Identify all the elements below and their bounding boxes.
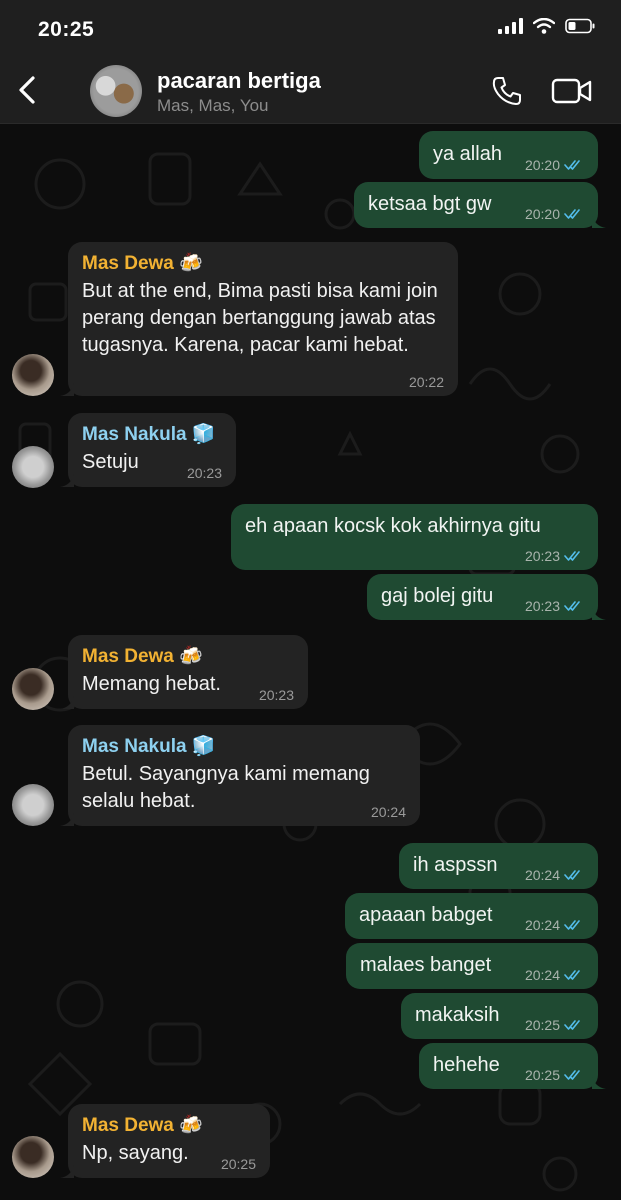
sender-name: Mas Nakula 🧊 — [82, 736, 216, 757]
group-title[interactable]: pacaran bertiga — [157, 68, 321, 94]
sender-avatar[interactable] — [12, 446, 54, 488]
message-time: 20:23 — [524, 598, 560, 614]
message-outgoing[interactable]: ketsaa bgt gw 20:20 — [354, 182, 606, 228]
bubble-tail — [60, 382, 74, 396]
phone-icon — [492, 77, 521, 105]
message-incoming[interactable]: Mas Dewa 🍻 Memang hebat. 20:23 — [60, 635, 308, 709]
message-meta: 20:20 — [525, 206, 584, 222]
message-time: 20:24 — [524, 917, 560, 933]
message-outgoing[interactable]: malaes banget 20:24 — [346, 943, 598, 989]
message-time: 20:23 — [524, 548, 560, 564]
message-time: 20:23 — [186, 465, 222, 481]
message-incoming[interactable]: Mas Dewa 🍻 But at the end, Bima pasti bi… — [60, 242, 458, 396]
bubble-tail — [60, 473, 74, 487]
sender-avatar[interactable] — [12, 668, 54, 710]
message-time: 20:20 — [524, 157, 560, 173]
message-outgoing[interactable]: eh apaan kocsk kok akhirnya gitu 20:23 — [231, 504, 598, 570]
message-outgoing[interactable]: apaaan babget 20:24 — [345, 893, 598, 939]
message-time: 20:23 — [258, 687, 294, 703]
bubble-tail — [60, 1164, 74, 1178]
message-time: 20:25 — [524, 1067, 560, 1083]
wifi-icon — [533, 18, 555, 34]
sender-avatar[interactable] — [12, 1136, 54, 1178]
message-outgoing[interactable]: gaj bolej gitu 20:23 — [367, 574, 606, 620]
chevron-left-icon — [19, 76, 35, 104]
message-incoming[interactable]: Mas Nakula 🧊 Setuju 20:23 — [60, 413, 236, 487]
message-text: But at the end, Bima pasti bisa kami joi… — [82, 280, 438, 356]
sender-name: Mas Nakula 🧊 — [82, 424, 216, 445]
back-button[interactable] — [10, 70, 44, 110]
double-check-icon — [564, 920, 580, 930]
message-time: 20:25 — [524, 1017, 560, 1033]
sender-name: Mas Dewa 🍻 — [82, 646, 203, 667]
bubble-tail — [60, 812, 74, 826]
double-check-icon — [564, 870, 580, 880]
message-meta: 20:24 — [525, 867, 584, 883]
message-time: 20:22 — [408, 374, 444, 390]
sender-name: Mas Dewa 🍻 — [82, 253, 203, 274]
message-meta: 20:23 — [525, 598, 584, 614]
message-outgoing[interactable]: ih aspssn 20:24 — [399, 843, 598, 889]
message-time: 20:24 — [524, 867, 560, 883]
bubble-tail — [592, 214, 606, 228]
message-meta: 20:25 — [525, 1067, 584, 1083]
status-bar: 20:25 — [0, 0, 621, 58]
double-check-icon — [564, 209, 580, 219]
video-call-button[interactable] — [551, 76, 593, 106]
message-meta: 20:24 — [525, 967, 584, 983]
sender-name: Mas Dewa 🍻 — [82, 1115, 203, 1136]
message-incoming[interactable]: Mas Nakula 🧊 Betul. Sayangnya kami meman… — [60, 725, 420, 826]
sender-avatar[interactable] — [12, 784, 54, 826]
double-check-icon — [564, 1020, 580, 1030]
voice-call-button[interactable] — [490, 74, 524, 108]
message-outgoing[interactable]: makaksih 20:25 — [401, 993, 598, 1039]
message-time: 20:24 — [370, 804, 406, 820]
message-time: 20:20 — [524, 206, 560, 222]
battery-icon — [565, 18, 595, 34]
status-icons — [498, 18, 595, 34]
double-check-icon — [564, 970, 580, 980]
message-outgoing[interactable]: ya allah 20:20 — [419, 131, 598, 179]
video-camera-icon — [551, 78, 592, 104]
message-meta: 20:24 — [525, 917, 584, 933]
bubble-tail — [592, 606, 606, 620]
message-text: eh apaan kocsk kok akhirnya gitu — [245, 515, 541, 537]
message-meta: 20:23 — [525, 548, 584, 564]
double-check-icon — [564, 601, 580, 611]
double-check-icon — [564, 551, 580, 561]
group-members: Mas, Mas, You — [157, 96, 269, 115]
chat-area[interactable]: ya allah 20:20 ketsaa bgt gw 20:20 Mas D… — [0, 124, 621, 1200]
group-avatar[interactable] — [90, 65, 142, 117]
message-text: Betul. Sayangnya kami memang selalu heba… — [82, 763, 370, 812]
double-check-icon — [564, 160, 580, 170]
message-time: 20:25 — [220, 1156, 256, 1172]
message-meta: 20:25 — [525, 1017, 584, 1033]
message-outgoing[interactable]: hehehe 20:25 — [419, 1043, 606, 1089]
message-meta: 20:20 — [525, 157, 584, 173]
double-check-icon — [564, 1070, 580, 1080]
signal-icon — [498, 18, 523, 34]
message-incoming[interactable]: Mas Dewa 🍻 Np, sayang. 20:25 — [60, 1104, 270, 1178]
bubble-tail — [60, 695, 74, 709]
bubble-tail — [592, 1075, 606, 1089]
sender-avatar[interactable] — [12, 354, 54, 396]
message-time: 20:24 — [524, 967, 560, 983]
chat-header: pacaran bertiga Mas, Mas, You — [0, 58, 621, 124]
status-time: 20:25 — [38, 18, 95, 41]
